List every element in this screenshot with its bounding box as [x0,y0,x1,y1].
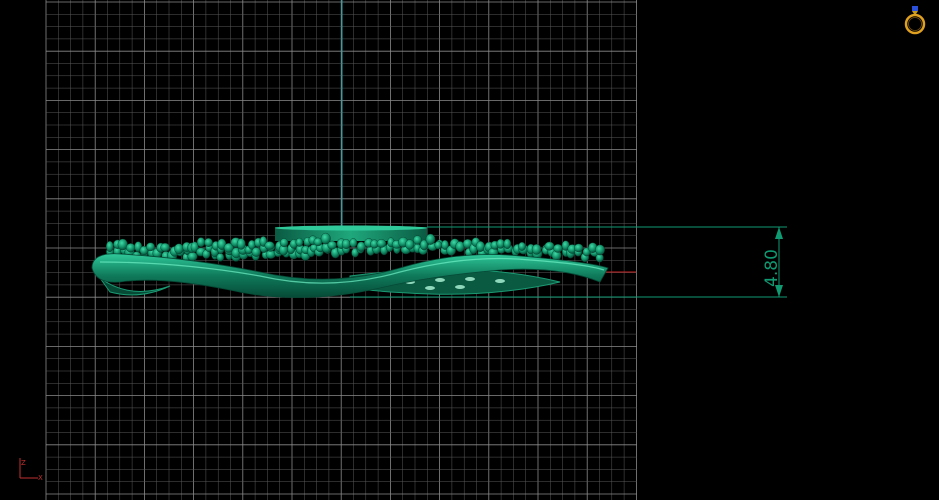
bead [531,244,542,255]
bead [405,239,415,250]
bead [496,238,505,249]
bead [327,240,337,250]
bead [251,247,261,257]
bead [160,242,170,252]
plate-hole [465,277,475,281]
plate-hole [425,286,435,290]
dimension-arrow-top [775,227,783,239]
bead [216,252,225,262]
bead [106,240,114,252]
bead [573,243,584,253]
bead [279,238,289,248]
bead [125,243,136,253]
pendant-model[interactable] [91,225,609,298]
bead [146,242,155,252]
bead [544,241,555,251]
bead [553,244,563,253]
bead [174,243,184,255]
model-top-disc-rim [275,225,427,231]
plate-hole [455,285,465,289]
bead [503,238,512,250]
bead [518,241,526,251]
bead [264,241,275,250]
bead [295,237,304,247]
plate-hole [495,279,505,283]
plate-hole [435,278,445,282]
bead [236,238,246,250]
bead [341,238,351,249]
axis-label-z: Z [21,459,26,467]
bead [376,239,387,248]
bead [349,238,358,248]
bead [595,244,605,256]
axis-label-x: X [38,474,43,482]
bead [434,240,442,250]
bead [425,233,436,245]
bead [196,237,206,248]
dimension-value[interactable]: 4.80 [742,248,802,288]
bead [187,251,198,262]
bead [204,238,213,247]
ring-icon[interactable] [903,5,927,37]
